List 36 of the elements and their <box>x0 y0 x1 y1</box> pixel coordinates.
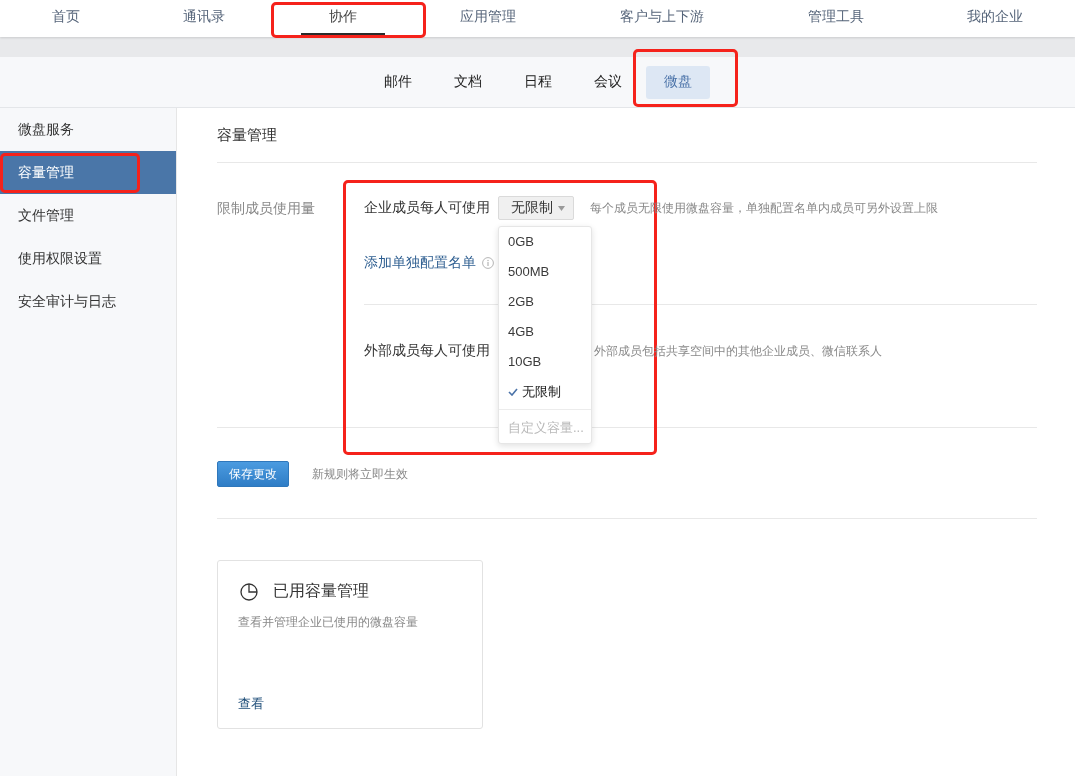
dropdown-option[interactable]: 无限制 <box>499 377 591 407</box>
sidebar-item[interactable]: 文件管理 <box>0 194 176 237</box>
nav-tab[interactable]: 我的企业 <box>939 0 1052 35</box>
caret-icon <box>558 205 565 211</box>
nav-tab[interactable]: 通讯录 <box>155 0 254 35</box>
add-list-link[interactable]: 添加单独配置名单 <box>364 254 476 272</box>
sub-tab[interactable]: 邮件 <box>365 65 430 99</box>
nav-tab[interactable]: 管理工具 <box>779 0 892 35</box>
info-icon <box>482 257 494 269</box>
dropdown-select[interactable]: 无限制 <box>498 196 574 220</box>
field-label: 企业成员每人可使用 <box>364 199 491 217</box>
nav-tab[interactable]: 首页 <box>23 0 108 35</box>
save-button[interactable]: 保存更改 <box>217 461 289 487</box>
dropdown-option[interactable]: 4GB <box>499 317 591 347</box>
sidebar-item[interactable]: 安全审计与日志 <box>0 280 176 323</box>
pie-chart-icon <box>240 582 258 601</box>
nav-tab[interactable]: 客户与上下游 <box>592 0 733 35</box>
sidebar-item[interactable]: 使用权限设置 <box>0 237 176 280</box>
section-label: 限制成员使用量 <box>217 199 316 218</box>
nav-tab[interactable]: 应用管理 <box>432 0 545 35</box>
page-title: 容量管理 <box>217 108 1037 163</box>
card-description: 查看并管理企业已使用的微盘容量 <box>238 614 419 631</box>
sidebar-item[interactable]: 微盘服务 <box>0 108 176 151</box>
sub-tab[interactable]: 会议 <box>575 65 640 99</box>
dropdown-option[interactable]: 10GB <box>499 347 591 377</box>
note-text: 新规则将立即生效 <box>312 465 408 483</box>
dropdown-option[interactable]: 500MB <box>499 257 591 287</box>
view-link[interactable]: 查看 <box>238 695 264 713</box>
field-label: 外部成员每人可使用 <box>364 342 491 360</box>
dropdown-option[interactable]: 0GB <box>499 227 591 257</box>
dropdown-option[interactable]: 2GB <box>499 287 591 317</box>
sidebar-item[interactable]: 容量管理 <box>0 151 176 194</box>
sub-tab[interactable]: 日程 <box>505 65 570 99</box>
card-title: 已用容量管理 <box>273 581 369 601</box>
sub-tab[interactable]: 文档 <box>435 65 500 99</box>
check-icon <box>508 388 518 396</box>
